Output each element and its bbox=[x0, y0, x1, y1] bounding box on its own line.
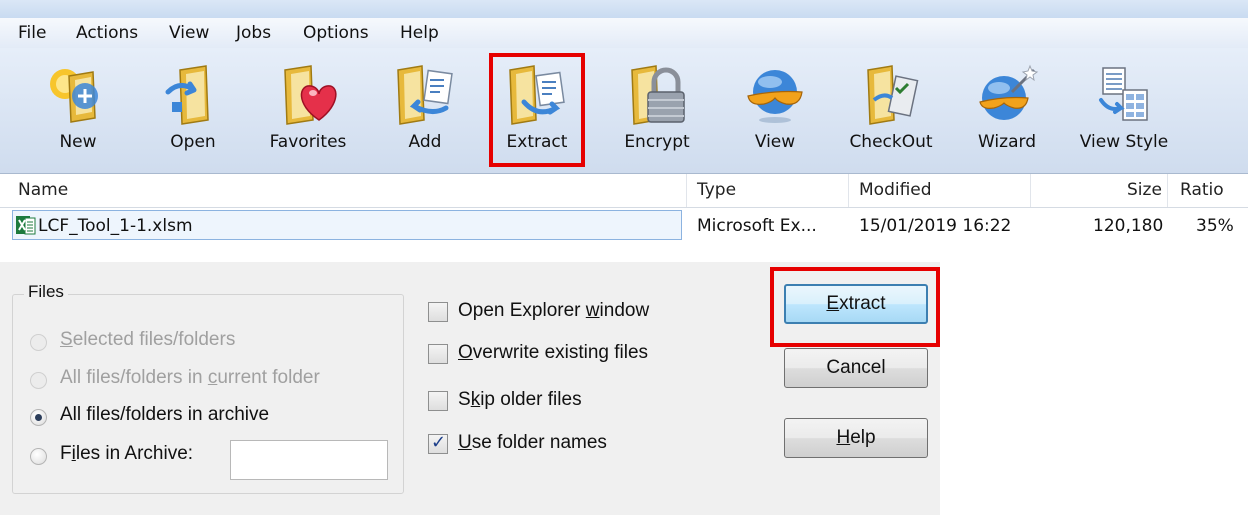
column-separator bbox=[848, 174, 849, 207]
radio-all-in-archive[interactable] bbox=[30, 409, 47, 426]
checkbox-open-explorer-label: Open Explorer window bbox=[458, 300, 650, 321]
new-icon bbox=[50, 69, 98, 123]
toolbar-favorites-button[interactable]: Favorites bbox=[258, 48, 358, 168]
radio-current-folder-label: All files/folders in current folder bbox=[60, 367, 320, 388]
checkbox-overwrite-label: Overwrite existing files bbox=[458, 342, 649, 363]
checkbox-overwrite[interactable] bbox=[428, 344, 448, 364]
encrypt-icon bbox=[631, 65, 685, 125]
checkbox-skip-older[interactable] bbox=[428, 391, 448, 411]
file-name: LCF_Tool_1-1.xlsm bbox=[38, 216, 193, 236]
menu-file[interactable]: File bbox=[18, 23, 46, 43]
toolbar-open-label: Open bbox=[170, 132, 216, 152]
view-icon bbox=[747, 70, 803, 123]
help-button[interactable]: Help bbox=[784, 418, 928, 458]
menu-actions[interactable]: Actions bbox=[76, 23, 138, 43]
toolbar-add-label: Add bbox=[408, 132, 442, 152]
column-ratio[interactable]: Ratio bbox=[1180, 180, 1224, 200]
radio-files-in-archive-label: Files in Archive: bbox=[60, 443, 194, 464]
toolbar-new-button[interactable]: New bbox=[38, 48, 118, 168]
extract-button-highlight-box bbox=[770, 267, 940, 347]
file-ratio: 35% bbox=[1196, 216, 1234, 236]
files-in-archive-input[interactable] bbox=[230, 440, 388, 480]
toolbar-view-style-button[interactable]: View Style bbox=[1068, 48, 1180, 168]
favorites-icon bbox=[284, 65, 337, 125]
radio-selected-files-label: Selected files/folders bbox=[60, 329, 236, 350]
radio-selected-files[interactable] bbox=[30, 334, 47, 351]
file-size: 120,180 bbox=[1093, 216, 1164, 236]
menu-view[interactable]: View bbox=[169, 23, 209, 43]
toolbar-encrypt-label: Encrypt bbox=[624, 132, 690, 152]
toolbar-favorites-label: Favorites bbox=[269, 132, 347, 152]
toolbar-view-style-label: View Style bbox=[1079, 132, 1169, 152]
toolbar-checkout-button[interactable]: CheckOut bbox=[836, 48, 946, 168]
checkout-icon bbox=[867, 65, 919, 125]
toolbar-open-button[interactable]: Open bbox=[148, 48, 238, 168]
column-size[interactable]: Size bbox=[1127, 180, 1162, 200]
radio-files-in-archive[interactable] bbox=[30, 448, 47, 465]
checkbox-use-folder-names[interactable]: ✓ bbox=[428, 432, 448, 454]
radio-all-in-archive-label: All files/folders in archive bbox=[60, 404, 270, 425]
title-bar bbox=[0, 0, 1248, 18]
file-modified: 15/01/2019 16:22 bbox=[859, 216, 1012, 236]
toolbar-view-label: View bbox=[754, 132, 796, 152]
files-group-title: Files bbox=[24, 282, 68, 302]
column-separator bbox=[1167, 174, 1168, 207]
toolbar-view-button[interactable]: View bbox=[735, 48, 815, 168]
extract-highlight-box bbox=[489, 53, 585, 167]
column-type[interactable]: Type bbox=[697, 180, 736, 200]
checkbox-use-folder-names-label: Use folder names bbox=[458, 432, 607, 453]
toolbar-checkout-label: CheckOut bbox=[849, 132, 933, 152]
wizard-icon bbox=[979, 64, 1039, 120]
column-name[interactable]: Name bbox=[18, 180, 68, 200]
checkbox-skip-older-label: Skip older files bbox=[458, 389, 582, 410]
radio-current-folder[interactable] bbox=[30, 372, 47, 389]
toolbar-add-button[interactable]: Add bbox=[380, 48, 470, 168]
column-separator bbox=[686, 174, 687, 207]
menu-bar: File Actions View Jobs Options Help bbox=[0, 18, 1248, 49]
toolbar-wizard-button[interactable]: Wizard bbox=[962, 48, 1052, 168]
winzip-main-window: File Actions View Jobs Options Help New bbox=[0, 0, 1248, 245]
checkmark-icon: ✓ bbox=[431, 432, 447, 453]
menu-jobs[interactable]: Jobs bbox=[236, 23, 271, 43]
toolbar-wizard-label: Wizard bbox=[978, 132, 1036, 152]
add-icon bbox=[397, 65, 453, 125]
file-type: Microsoft Ex... bbox=[697, 216, 817, 236]
menu-options[interactable]: Options bbox=[303, 23, 369, 43]
cancel-button[interactable]: Cancel bbox=[784, 348, 928, 388]
column-modified[interactable]: Modified bbox=[859, 180, 932, 200]
open-icon bbox=[165, 65, 209, 125]
view-style-icon bbox=[1099, 67, 1148, 121]
toolbar-encrypt-button[interactable]: Encrypt bbox=[612, 48, 702, 168]
excel-file-icon bbox=[16, 216, 36, 235]
toolbar: New Open Favorites Add Extract Encrypt V… bbox=[0, 48, 1248, 174]
menu-help[interactable]: Help bbox=[400, 23, 439, 43]
extract-dialog: Files Selected files/folders All files/f… bbox=[0, 262, 940, 515]
file-list-header: Name Type Modified Size Ratio bbox=[0, 174, 1248, 208]
column-separator bbox=[1030, 174, 1031, 207]
file-row[interactable]: LCF_Tool_1-1.xlsm Microsoft Ex... 15/01/… bbox=[0, 208, 1248, 242]
checkbox-open-explorer[interactable] bbox=[428, 302, 448, 322]
toolbar-new-label: New bbox=[59, 132, 97, 152]
